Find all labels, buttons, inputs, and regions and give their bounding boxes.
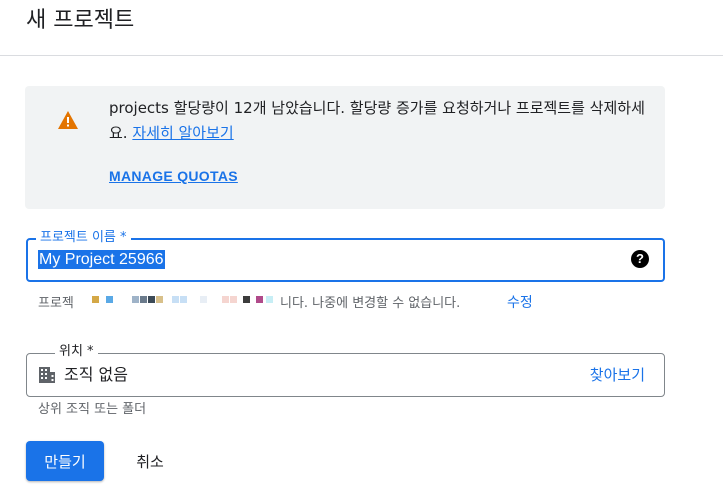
learn-more-link[interactable]: 자세히 알아보기	[132, 124, 233, 142]
edit-project-id-link[interactable]: 수정	[507, 292, 533, 314]
cancel-button[interactable]: 취소	[118, 441, 182, 481]
organization-icon	[39, 367, 55, 383]
project-id-prefix: 프로젝	[38, 296, 74, 311]
page-header: 새 프로젝트	[0, 0, 723, 56]
project-name-field[interactable]: 프로젝트 이름 * My Project 25966 ?	[26, 230, 665, 282]
alert-message: projects 할당량이 12개 남았습니다. 할당량 증가를 요청하거나 프…	[109, 96, 649, 146]
location-field[interactable]: 위치 * 조직 없음 찾아보기	[26, 344, 665, 397]
new-project-page: 새 프로젝트 projects 할당량이 12개 남았습니다. 할당량 증가를 …	[0, 0, 723, 503]
manage-quotas-link[interactable]: MANAGE QUOTAS	[109, 168, 238, 184]
help-icon[interactable]: ?	[631, 250, 649, 268]
location-label: 위치 *	[55, 344, 98, 360]
redacted-project-id	[80, 294, 280, 314]
project-name-label: 프로젝트 이름 *	[36, 230, 131, 246]
project-id-note: 니다. 나중에 변경할 수 없습니다.	[280, 296, 461, 311]
quota-alert: projects 할당량이 12개 남았습니다. 할당량 증가를 요청하거나 프…	[25, 86, 665, 209]
project-name-input[interactable]: My Project 25966	[38, 250, 165, 269]
create-button[interactable]: 만들기	[26, 441, 104, 481]
location-helper-text: 상위 조직 또는 폴더	[38, 402, 147, 417]
browse-button[interactable]: 찾아보기	[590, 365, 645, 385]
page-title: 새 프로젝트	[26, 8, 135, 33]
warning-icon	[58, 111, 78, 129]
location-value: 조직 없음	[64, 365, 128, 384]
